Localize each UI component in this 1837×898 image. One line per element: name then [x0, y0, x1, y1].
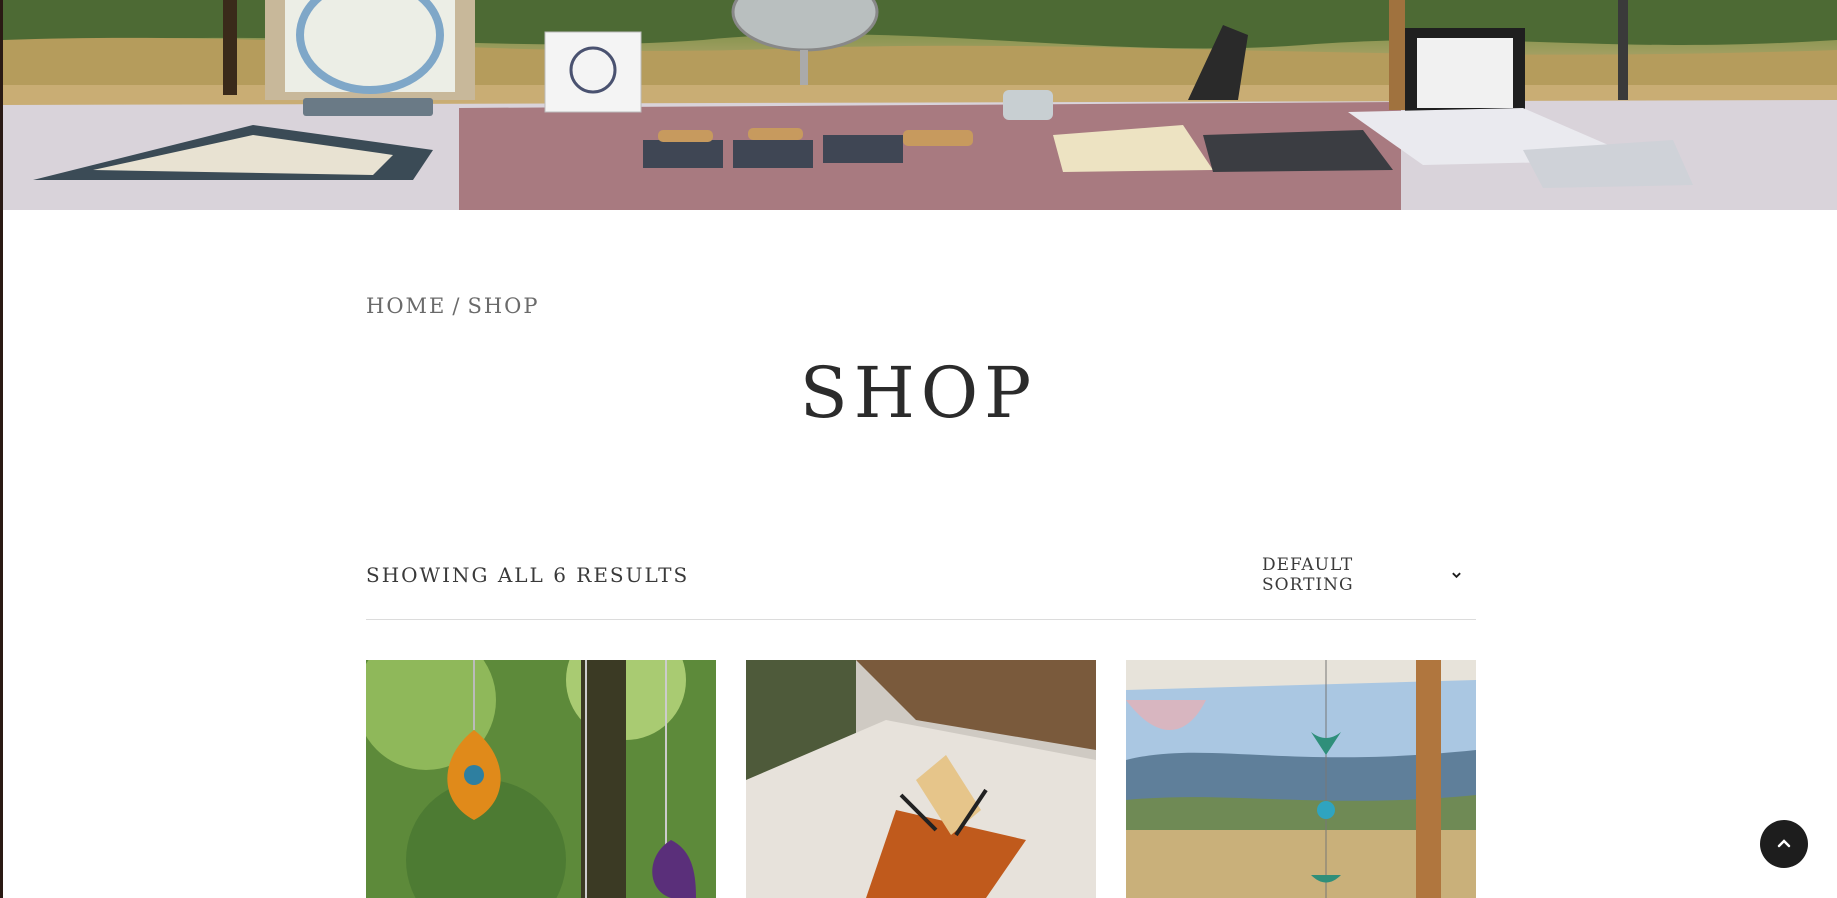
- breadcrumb-current: SHOP: [467, 294, 540, 318]
- breadcrumb-separator: /: [452, 294, 462, 318]
- product-card-image[interactable]: [366, 660, 716, 898]
- sorting-label: DEFAULT SORTING: [1262, 555, 1354, 595]
- result-count: SHOWING ALL 6 RESULTS: [366, 563, 690, 587]
- breadcrumb: HOME / SHOP: [366, 294, 540, 318]
- page-title: SHOP: [799, 352, 1038, 434]
- chevron-up-icon: [1777, 839, 1791, 848]
- back-to-top-button[interactable]: [1760, 820, 1808, 868]
- product-image-stained-glass-mobile: [1126, 660, 1476, 898]
- product-image-palo-santo: [746, 660, 1096, 898]
- breadcrumb-home-link[interactable]: HOME: [366, 294, 446, 318]
- chevron-down-icon: [1452, 572, 1461, 579]
- hero-banner-image: [3, 0, 1837, 210]
- product-card-image[interactable]: [1126, 660, 1476, 898]
- toolbar-divider: [366, 619, 1476, 620]
- product-image-hanging-pendants: [366, 660, 716, 898]
- sorting-select[interactable]: DEFAULT SORTING: [1262, 555, 1462, 595]
- product-card-image[interactable]: [746, 660, 1096, 898]
